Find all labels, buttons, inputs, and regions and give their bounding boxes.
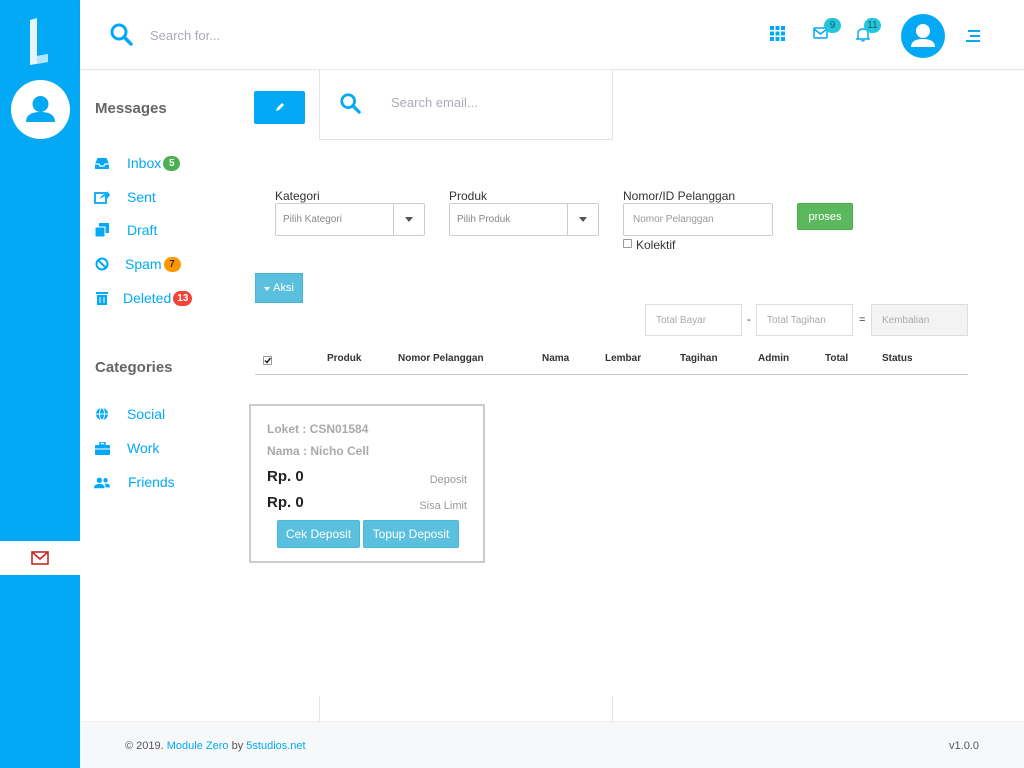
- kategori-select-value: Pilih Kategori: [283, 214, 342, 225]
- kategori-label: Kategori: [275, 189, 320, 203]
- user-avatar[interactable]: [901, 14, 945, 58]
- ban-icon: [94, 256, 110, 272]
- column-divider: [612, 696, 613, 721]
- kolektif-label: Kolektif: [636, 238, 676, 252]
- equals-sign: =: [859, 314, 866, 326]
- top-bar: 9 11: [80, 0, 1024, 70]
- deposit-card: Loket : CSN01584 Nama : Nicho Cell Rp. 0…: [249, 404, 485, 563]
- global-search-input[interactable]: [150, 24, 450, 46]
- column-header-tagihan[interactable]: Tagihan: [680, 353, 718, 364]
- chevron-down-icon: [393, 204, 424, 235]
- column-divider: [319, 696, 320, 721]
- sidebar-item-label: Draft: [127, 222, 158, 238]
- compose-button[interactable]: [254, 91, 305, 124]
- select-all-checkbox[interactable]: [263, 356, 272, 365]
- nama-text: Nama : Nicho Cell: [267, 444, 370, 458]
- column-header-status[interactable]: Status: [882, 353, 913, 364]
- sidebar-item-deleted[interactable]: Deleted 13: [94, 287, 193, 309]
- sidebar-item-spam[interactable]: Spam 7: [94, 253, 181, 275]
- nomor-pelanggan-label: Nomor/ID Pelanggan: [623, 189, 736, 203]
- email-search-icon[interactable]: [339, 92, 361, 119]
- inbox-count-badge: 5: [163, 155, 181, 171]
- menu-icon[interactable]: [966, 29, 980, 47]
- categories-title: Categories: [95, 359, 173, 376]
- sidebar-item-label: Work: [127, 440, 160, 456]
- total-bayar-input[interactable]: [645, 304, 742, 336]
- email-search-input[interactable]: [391, 95, 591, 110]
- aksi-dropdown-button[interactable]: Aksi: [255, 273, 303, 303]
- sidebar-item-label: Sent: [127, 189, 156, 205]
- copyright-text: © 2019.: [125, 740, 164, 752]
- column-header-nama[interactable]: Nama: [542, 353, 569, 364]
- column-header-produk[interactable]: Produk: [327, 353, 361, 364]
- apps-grid-icon[interactable]: [770, 26, 785, 46]
- messages-title: Messages: [95, 100, 167, 117]
- module-zero-link[interactable]: Module Zero: [167, 740, 229, 752]
- sidebar-item-label: Social: [127, 406, 166, 422]
- sidebar-item-social[interactable]: Social: [94, 403, 165, 425]
- sisa-limit-value: Rp. 0: [267, 494, 304, 511]
- by-text: by: [231, 740, 244, 752]
- kategori-select[interactable]: Pilih Kategori: [275, 203, 425, 236]
- produk-select[interactable]: Pilih Produk: [449, 203, 599, 236]
- app-logo[interactable]: [28, 18, 50, 66]
- left-rail: [0, 0, 80, 768]
- column-header-lembar[interactable]: Lembar: [605, 353, 641, 364]
- sidebar-item-sent[interactable]: Sent: [94, 186, 156, 208]
- sisa-limit-label: Sisa Limit: [419, 500, 467, 512]
- mail-count-badge: 9: [824, 18, 841, 33]
- 5studios-link[interactable]: 5studios.net: [246, 740, 305, 752]
- sidebar-item-label: Spam: [125, 256, 162, 272]
- deleted-count-badge: 13: [173, 290, 193, 306]
- sidebar-item-draft[interactable]: Draft: [94, 219, 157, 241]
- column-header-admin[interactable]: Admin: [758, 353, 789, 364]
- version-text: v1.0.0: [949, 740, 979, 752]
- globe-icon: [94, 406, 110, 422]
- footer: © 2019. Module Zero by 5studios.net v1.0…: [80, 721, 1024, 768]
- share-icon: [94, 189, 110, 205]
- table-header-divider: [255, 374, 968, 375]
- sidebar-item-label: Friends: [128, 474, 175, 490]
- messages-sidebar: Messages Inbox 5 Sent Draft Spam 7 Delet…: [80, 70, 240, 720]
- nomor-pelanggan-input[interactable]: [623, 203, 773, 236]
- kolektif-checkbox[interactable]: [623, 239, 632, 248]
- sidebar-item-label: Deleted: [123, 290, 172, 306]
- rail-mail-icon[interactable]: [0, 541, 80, 575]
- sidebar-item-work[interactable]: Work: [94, 437, 159, 459]
- total-tagihan-input[interactable]: [756, 304, 853, 336]
- pencil-icon: [275, 99, 285, 117]
- footer-copyright: © 2019. Module Zero by 5studios.net: [125, 740, 306, 752]
- search-icon[interactable]: [109, 22, 133, 51]
- copy-icon: [94, 222, 110, 238]
- deposit-label: Deposit: [429, 474, 467, 486]
- deposit-value: Rp. 0: [267, 468, 304, 485]
- chevron-down-icon: [567, 204, 598, 235]
- briefcase-icon: [94, 440, 110, 456]
- kembalian-input: [871, 304, 968, 336]
- minus-sign: -: [747, 314, 751, 326]
- cek-deposit-button[interactable]: Cek Deposit: [277, 520, 360, 548]
- topup-deposit-button[interactable]: Topup Deposit: [363, 520, 459, 548]
- column-header-nomor-pelanggan[interactable]: Nomor Pelanggan: [398, 353, 484, 364]
- trash-icon: [94, 290, 110, 306]
- sidebar-item-friends[interactable]: Friends: [94, 471, 175, 493]
- users-icon: [94, 474, 110, 490]
- caret-down-icon: [264, 282, 271, 294]
- email-search-box: [319, 70, 613, 140]
- aksi-label: Aksi: [273, 282, 294, 294]
- sidebar-item-inbox[interactable]: Inbox 5: [94, 152, 181, 174]
- produk-select-value: Pilih Produk: [457, 214, 511, 225]
- inbox-icon: [94, 155, 110, 171]
- column-header-total[interactable]: Total: [825, 353, 848, 364]
- proses-button[interactable]: proses: [797, 203, 853, 230]
- loket-text: Loket : CSN01584: [267, 422, 369, 436]
- rail-avatar[interactable]: [11, 80, 70, 139]
- spam-count-badge: 7: [163, 256, 181, 272]
- produk-label: Produk: [449, 189, 488, 203]
- notification-count-badge: 11: [864, 18, 881, 33]
- sidebar-item-label: Inbox: [127, 155, 162, 171]
